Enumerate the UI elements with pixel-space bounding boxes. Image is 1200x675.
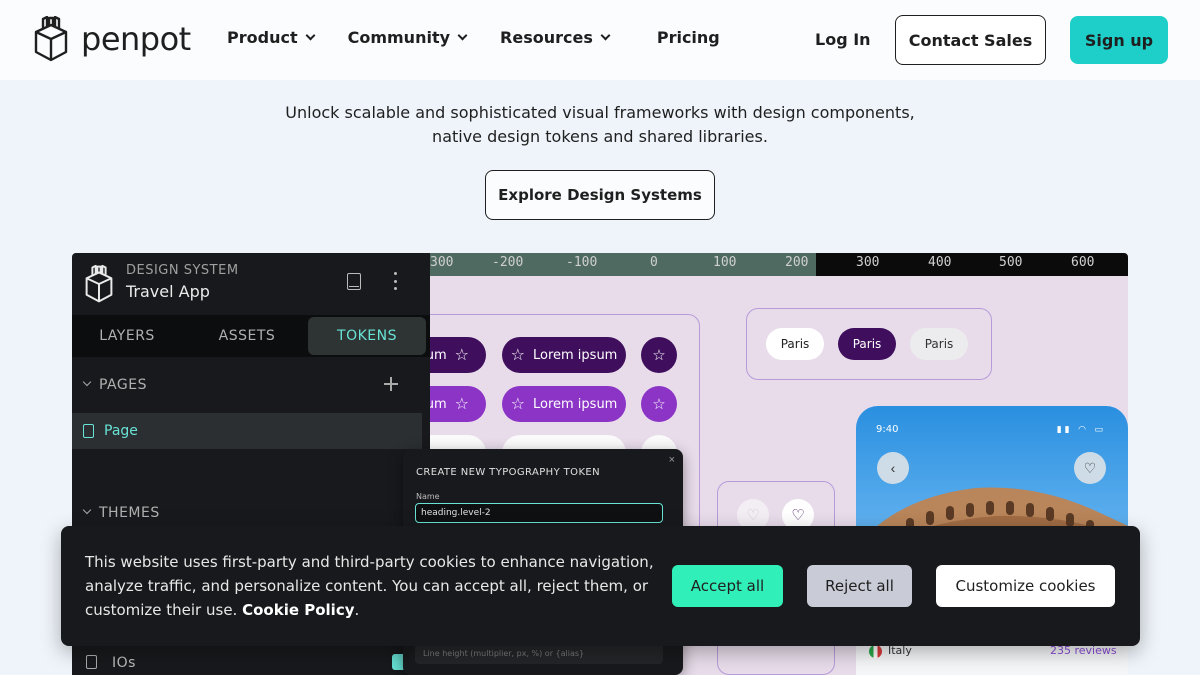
ruler-tick: 200 [785,255,809,270]
explore-design-systems-button[interactable]: Explore Design Systems [485,170,715,220]
main-nav: Product Community Resources Pricing [227,28,754,47]
star-icon: ☆ [454,345,470,364]
penpot-logo-icon [85,265,113,303]
ruler-tick: 100 [713,255,737,270]
ios-theme-item[interactable]: IOs [72,651,430,675]
nav-pricing-label: Pricing [656,28,720,47]
ruler-tick: 400 [928,255,952,270]
ruler-tick: 0 [650,255,658,270]
pill-button-dark[interactable]: ☆ Lorem ipsum [502,337,626,373]
phone-time: 9:40 [876,424,899,435]
nav-resources-label: Resources [500,28,593,47]
ruler-tick: -100 [566,255,598,270]
back-button[interactable]: ‹ [877,452,909,484]
pill-label: Lorem ipsum [532,396,618,412]
pill-label: Lorem ipsum [532,347,618,363]
icon-button-dark[interactable]: ☆ [641,337,677,373]
more-vertical-icon[interactable] [394,272,398,290]
dialog-title: CREATE NEW TYPOGRAPHY TOKEN [416,467,601,478]
heart-icon: ♡ [746,507,760,524]
project-name: Travel App [126,282,210,301]
ruler-tick: -200 [492,255,524,270]
nav-community-label: Community [347,28,451,47]
cookie-message: This website uses first-party and third-… [85,553,654,619]
accept-all-button[interactable]: Accept all [672,565,783,607]
heart-icon: ♡ [791,507,805,524]
chevron-left-icon: ‹ [890,460,896,476]
contact-sales-button[interactable]: Contact Sales [895,15,1046,65]
tab-layers[interactable]: LAYERS [72,315,182,357]
phone-status-icons: ▮▮ ◠ ▭ [1056,424,1106,434]
ruler-tick: 500 [999,255,1023,270]
signup-button[interactable]: Sign up [1070,16,1168,64]
chevron-down-icon [457,30,468,41]
page-list-item[interactable]: Page [72,413,422,449]
city-chip-selected[interactable]: Paris [838,328,896,360]
nav-community[interactable]: Community [347,28,468,47]
city-chip[interactable]: Paris [910,328,968,360]
intro-line-1: Unlock scalable and sophisticated visual… [285,103,915,122]
canvas-ruler: 300 -200 -100 0 100 200 300 400 500 600 [430,253,1128,276]
site-header: penpot Product Community Resources Prici… [0,0,1200,80]
customize-cookies-button[interactable]: Customize cookies [936,565,1115,607]
star-icon: ☆ [652,396,666,413]
favorite-button[interactable]: ♡ [1074,452,1106,484]
book-icon[interactable] [347,273,361,290]
pages-section-header[interactable]: PAGES [72,363,430,405]
italy-flag-icon [869,645,882,658]
token-name-input[interactable]: heading.level-2 [415,503,663,523]
nav-resources[interactable]: Resources [500,28,611,47]
intro-text: Unlock scalable and sophisticated visual… [0,101,1200,149]
chevron-down-icon [82,505,92,515]
city-chip[interactable]: Paris [766,328,824,360]
document-icon [83,424,94,438]
sidebar-tabs: LAYERS ASSETS TOKENS [72,315,430,357]
star-icon: ☆ [510,345,525,364]
logo-wordmark: penpot [81,20,191,58]
intro-line-2: native design tokens and shared librarie… [432,127,768,146]
add-page-icon[interactable] [384,377,398,391]
nav-product[interactable]: Product [227,28,316,47]
icon-button-mid[interactable]: ☆ [641,386,677,422]
chevron-down-icon [305,30,316,41]
tab-assets[interactable]: ASSETS [192,315,302,357]
tab-tokens[interactable]: TOKENS [308,317,426,355]
pages-label: PAGES [99,377,147,393]
ruler-tick: 600 [1071,255,1095,270]
close-icon[interactable]: × [669,454,675,466]
ios-theme-label: IOs [112,655,136,671]
cookie-policy-link[interactable]: Cookie Policy [242,601,354,619]
themes-label: THEMES [99,505,160,521]
cookie-text: This website uses first-party and third-… [85,553,654,619]
nav-pricing[interactable]: Pricing [657,28,720,47]
penpot-logo-icon [34,16,68,62]
line-height-input[interactable]: Line height (multiplier, px, %) or {alia… [415,644,663,664]
star-icon: ☆ [454,394,470,413]
star-icon: ☆ [652,347,666,364]
chevron-down-icon [82,377,92,387]
penpot-logo[interactable]: penpot [33,16,191,62]
chevron-down-icon [600,30,611,41]
project-label: DESIGN SYSTEM [126,263,239,278]
ruler-selection-highlight [430,253,816,276]
sidebar-header: DESIGN SYSTEM Travel App [72,253,430,315]
ruler-tick: 300 [856,255,880,270]
ruler-tick: 300 [430,255,454,270]
document-icon [86,655,97,669]
cookie-banner: This website uses first-party and third-… [61,526,1140,646]
name-label: Name [416,492,440,501]
heart-icon: ♡ [1083,459,1097,476]
star-icon: ☆ [510,394,525,413]
nav-product-label: Product [227,28,298,47]
reject-all-button[interactable]: Reject all [807,565,912,607]
pill-button-mid[interactable]: ☆ Lorem ipsum [502,386,626,422]
login-link[interactable]: Log In [815,30,871,49]
page-item-label: Page [104,423,138,439]
